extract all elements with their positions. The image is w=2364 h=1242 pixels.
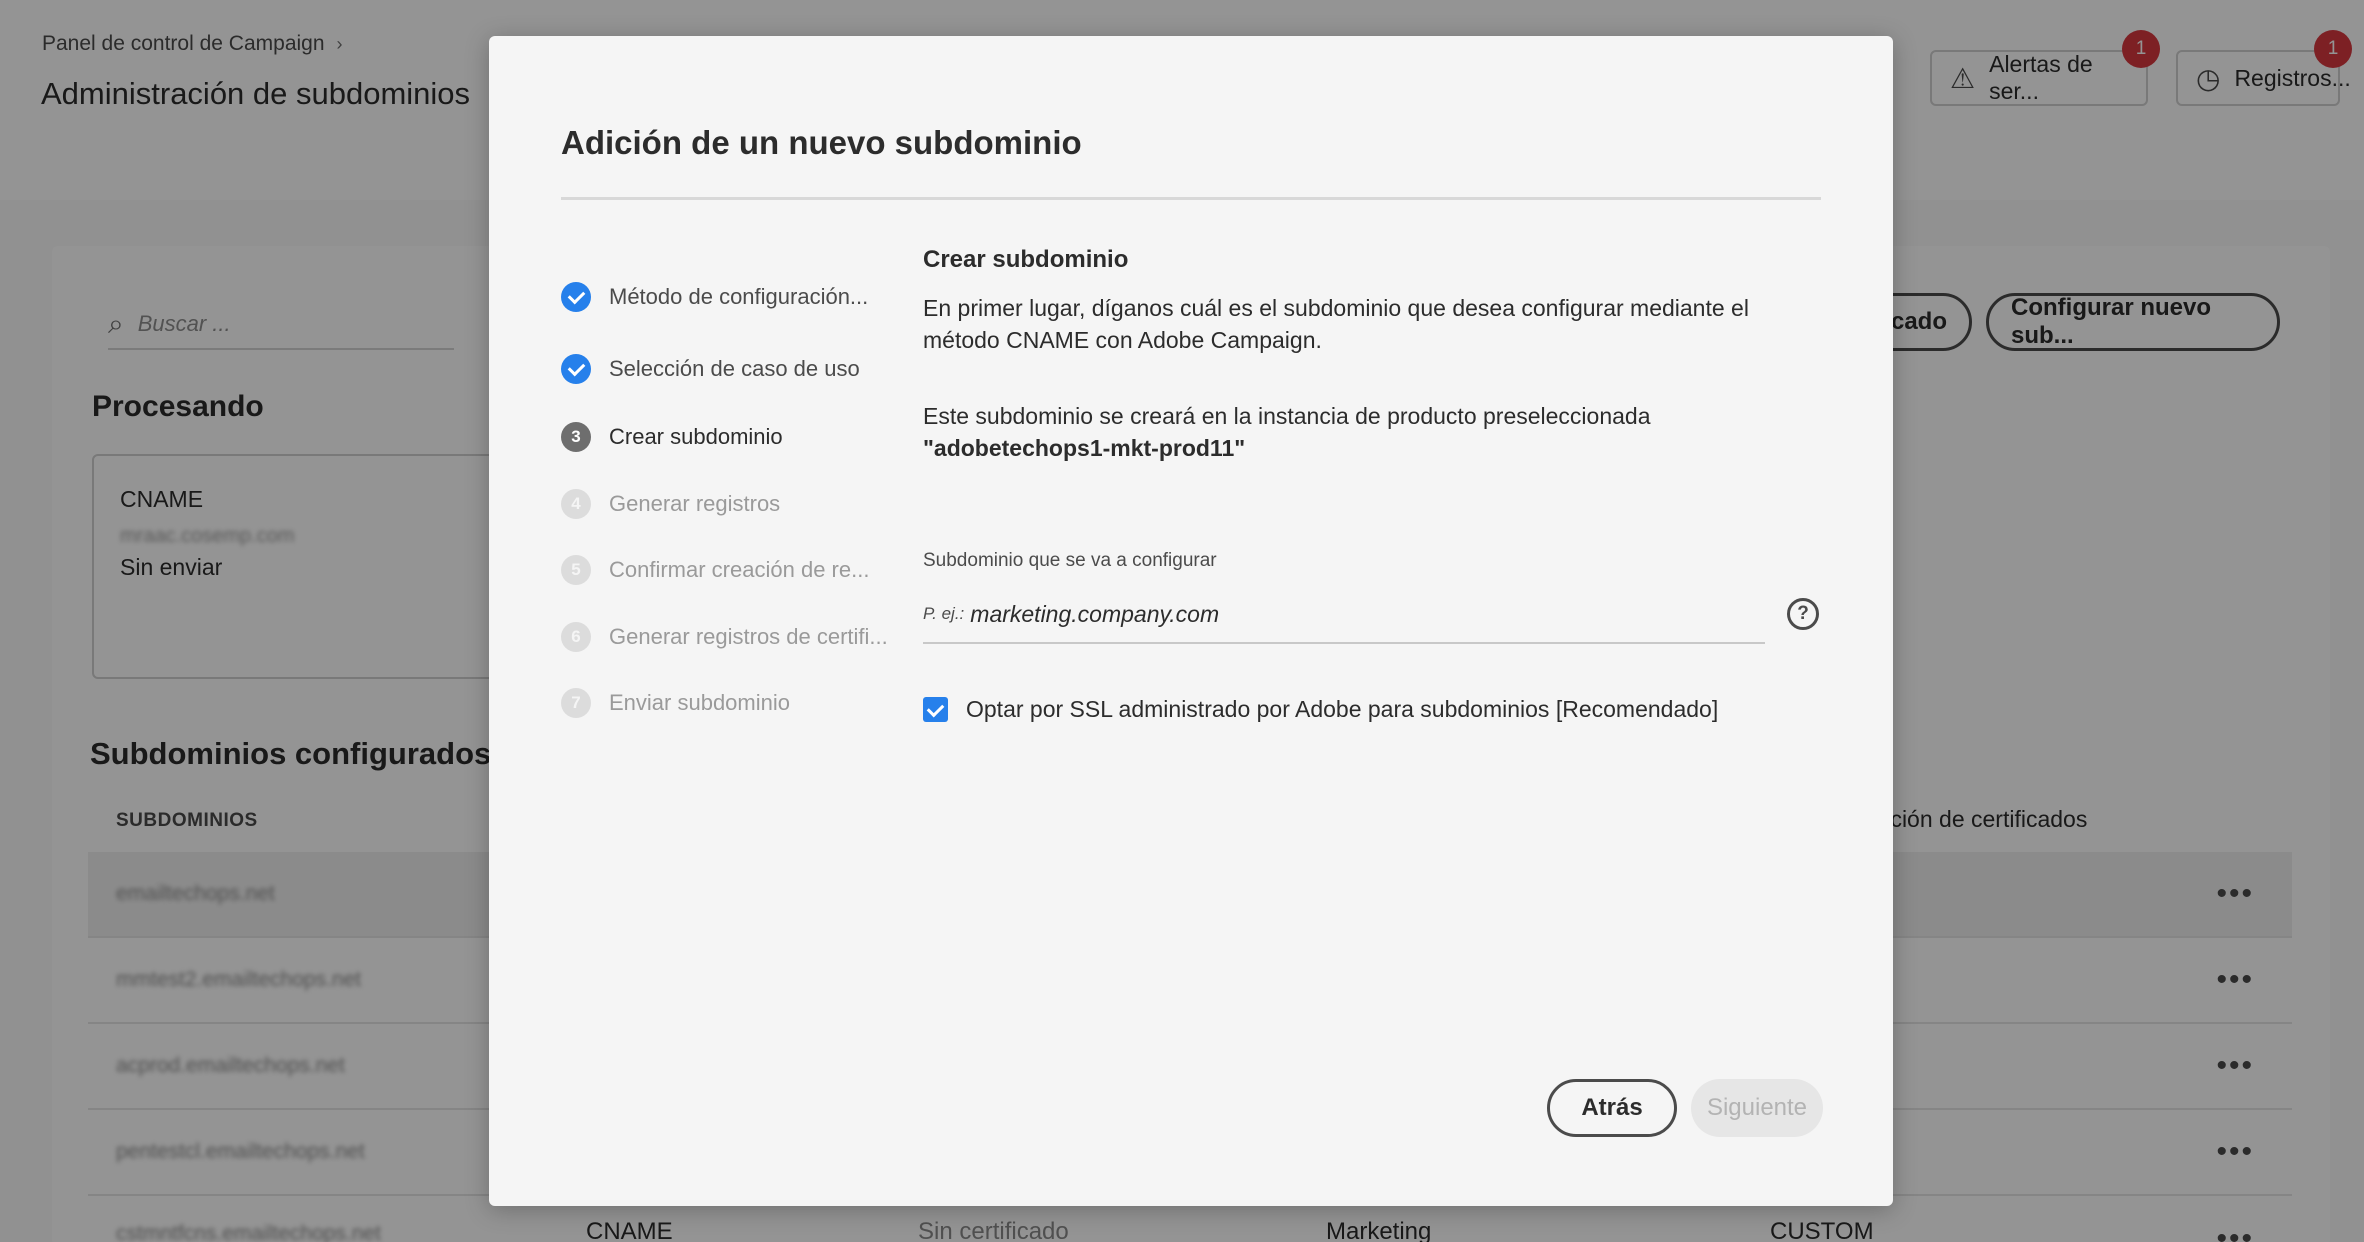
help-icon[interactable]: ? <box>1787 598 1819 630</box>
step-label: Enviar subdominio <box>609 690 790 715</box>
instance-info: Este subdominio se creará en la instanci… <box>923 400 1843 464</box>
step-number: 4 <box>561 489 591 519</box>
step-label: Selección de caso de uso <box>609 356 860 381</box>
subdomain-input-placeholder: marketing.company.com <box>970 600 1220 627</box>
dialog-divider <box>561 197 1821 200</box>
checkmark-icon <box>561 282 591 312</box>
step-generate-records: 4 Generar registros <box>561 489 780 519</box>
step-configuration-method[interactable]: Método de configuración... <box>561 282 868 312</box>
step-number: 5 <box>561 555 591 585</box>
subdomain-input[interactable]: P. ej.: marketing.company.com <box>923 586 1765 644</box>
subdomain-input-prefix: P. ej.: <box>923 604 965 623</box>
ssl-label: Optar por SSL administrado por Adobe par… <box>966 696 1719 722</box>
step-label: Generar registros de certifi... <box>609 624 888 649</box>
step-generate-cert-records: 6 Generar registros de certifi... <box>561 622 888 652</box>
content-description: En primer lugar, díganos cuál es el subd… <box>923 295 1749 353</box>
content-title: Crear subdominio <box>923 246 1129 273</box>
instance-name: "adobetechops1-mkt-prod11" <box>923 435 1246 461</box>
adobe-ssl-option[interactable]: Optar por SSL administrado por Adobe par… <box>923 696 1718 723</box>
next-button[interactable]: Siguiente <box>1691 1079 1823 1137</box>
step-label: Crear subdominio <box>609 424 783 449</box>
step-confirm-records: 5 Confirmar creación de re... <box>561 555 869 585</box>
checkmark-icon <box>561 354 591 384</box>
step-label: Confirmar creación de re... <box>609 557 870 582</box>
step-number: 6 <box>561 622 591 652</box>
instance-info-text: Este subdominio se creará en la instanci… <box>923 403 1651 429</box>
step-label: Generar registros <box>609 491 781 516</box>
step-submit-subdomain: 7 Enviar subdominio <box>561 688 790 718</box>
back-button[interactable]: Atrás <box>1547 1079 1677 1137</box>
step-use-case[interactable]: Selección de caso de uso <box>561 354 860 384</box>
ssl-checkbox[interactable] <box>923 697 948 722</box>
subdomain-field-label: Subdominio que se va a configurar <box>923 550 1217 571</box>
step-number: 3 <box>561 422 591 452</box>
step-create-subdomain[interactable]: 3 Crear subdominio <box>561 422 783 452</box>
step-number: 7 <box>561 688 591 718</box>
add-subdomain-dialog: Adición de un nuevo subdominio Método de… <box>489 36 1893 1206</box>
step-label: Método de configuración... <box>609 284 869 309</box>
dialog-title: Adición de un nuevo subdominio <box>561 124 1082 161</box>
